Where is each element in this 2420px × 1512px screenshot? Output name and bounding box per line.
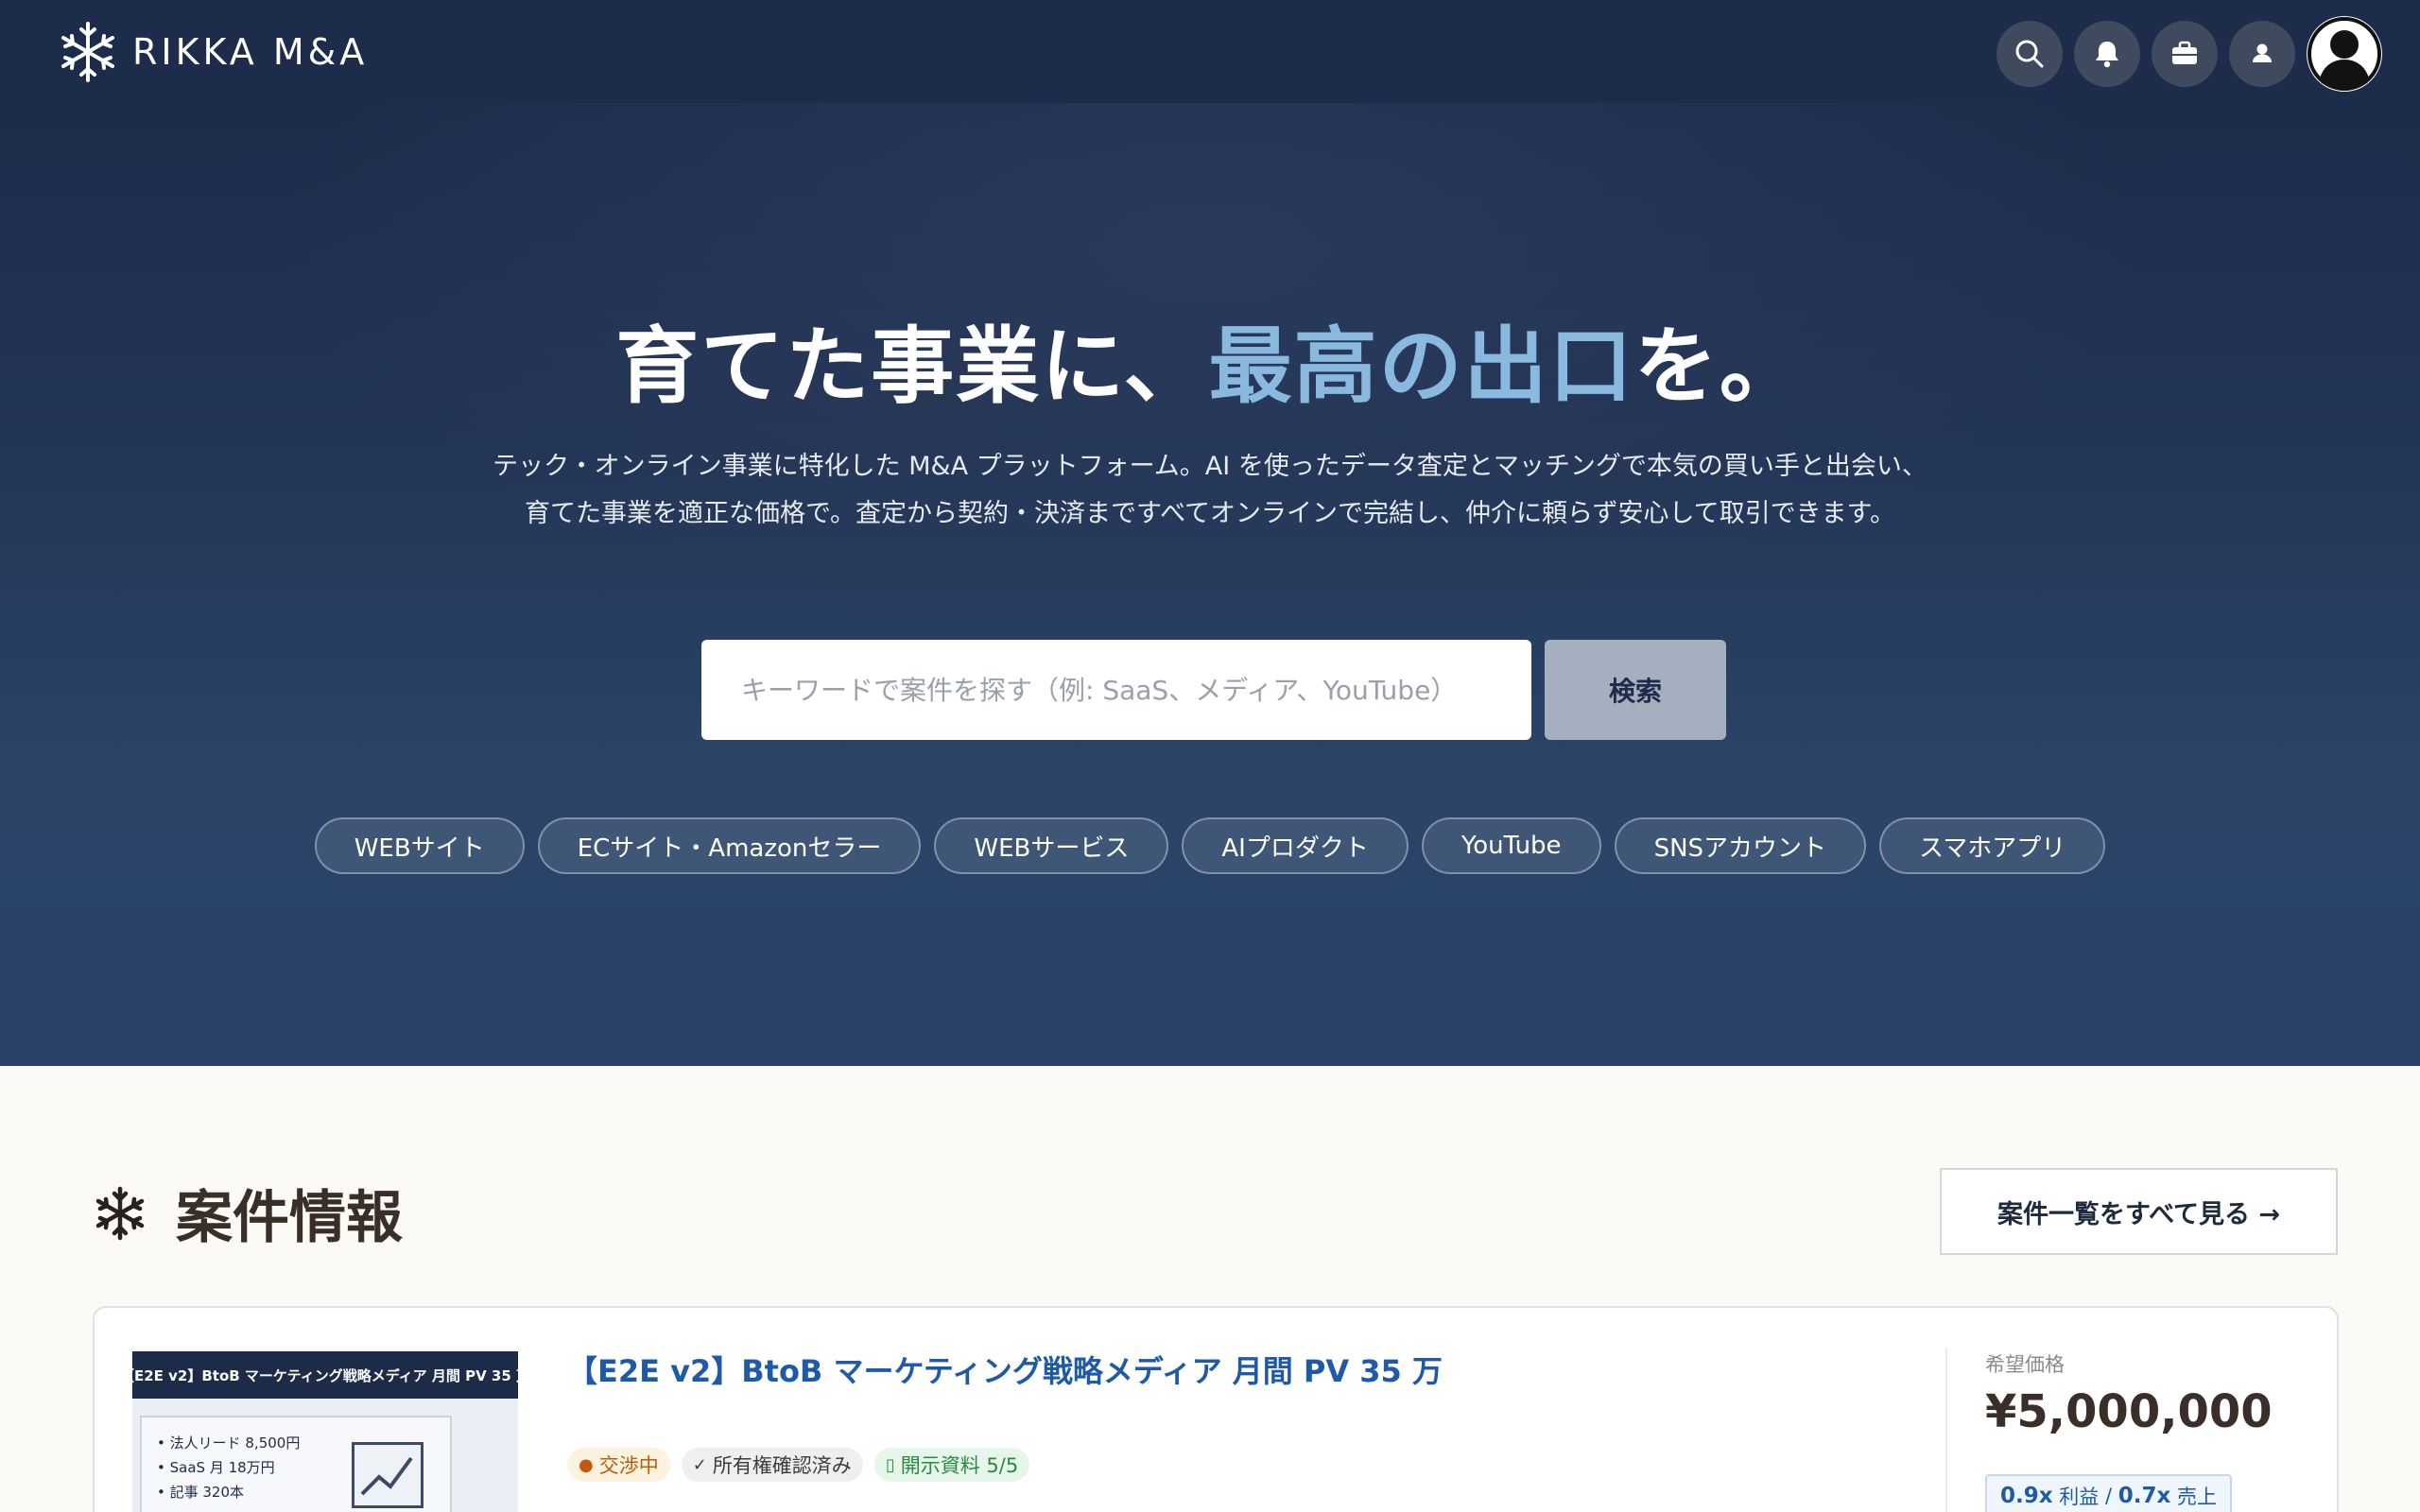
category-chip-smartphone-app[interactable]: スマホアプリ — [1879, 817, 2106, 874]
hero-section: 育てた事業に、最高の出口を。 テック・オンライン事業に特化した M&A プラット… — [0, 103, 2420, 1066]
category-chip-website[interactable]: WEBサイト — [314, 817, 525, 874]
top-navbar: RIKKA M&A — [0, 0, 2420, 103]
snowflake-icon — [95, 1186, 145, 1240]
category-chip-ec[interactable]: ECサイト・Amazonセラー — [537, 817, 922, 874]
status-badge-negotiating: ● 交渉中 — [567, 1448, 670, 1482]
category-chip-web-service[interactable]: WEBサービス — [934, 817, 1169, 874]
hero-title: 育てた事業に、最高の出口を。 — [615, 317, 1805, 415]
category-chips: WEBサイト ECサイト・Amazonセラー WEBサービス AIプロダクト Y… — [0, 817, 2420, 874]
avatar-icon — [2308, 17, 2381, 91]
category-chip-ai-product[interactable]: AIプロダクト — [1182, 817, 1409, 874]
account-button[interactable] — [2229, 21, 2295, 87]
category-chip-youtube[interactable]: YouTube — [1421, 817, 1601, 874]
header-actions — [1985, 16, 2382, 92]
listing-badges: ● 交渉中 ✓ 所有権確認済み ▯ 開示資料 5/5 — [567, 1448, 1041, 1482]
thumbnail-stat: • SaaS 月 18万円 — [157, 1459, 275, 1476]
user-icon — [2253, 43, 2272, 62]
keyword-search-input[interactable] — [701, 640, 1531, 740]
valuation-multiple: 0.9x 利益 / 0.7x 売上 — [1985, 1474, 2233, 1512]
briefcase-icon — [2172, 41, 2197, 64]
portfolio-button[interactable] — [2152, 21, 2218, 87]
section-title: 案件情報 — [176, 1185, 403, 1251]
brand-logo[interactable]: RIKKA M&A — [57, 19, 368, 85]
chart-icon — [352, 1442, 424, 1508]
thumbnail-stat: • 記事 320本 — [157, 1484, 245, 1501]
profit-multiple: 0.9x — [2000, 1484, 2053, 1508]
search-icon — [2015, 40, 2044, 68]
hero-search: 検索 — [701, 640, 1726, 740]
thumbnail-stat: • 法人リード 8,500円 — [157, 1435, 301, 1452]
thumbnail-title: 【E2E v2】BtoB マーケティング戦略メディア 月間 PV 35 万 — [132, 1351, 518, 1399]
asking-price: ¥5,000,000 — [1985, 1385, 2273, 1438]
search-submit-button[interactable]: 検索 — [1545, 640, 1726, 740]
listings-header: 案件情報 — [93, 1172, 403, 1254]
hero-description-line-1: テック・オンライン事業に特化した M&A プラットフォーム。AI を使ったデータ… — [493, 452, 1927, 481]
listing-thumbnail[interactable]: 【E2E v2】BtoB マーケティング戦略メディア 月間 PV 35 万 • … — [132, 1351, 518, 1512]
notifications-button[interactable] — [2074, 21, 2140, 87]
view-all-listings-button[interactable]: 案件一覧をすべて見る → — [1940, 1168, 2338, 1255]
price-label: 希望価格 — [1985, 1353, 2065, 1376]
document-icon: ▯ — [885, 1454, 895, 1475]
brand-name: RIKKA M&A — [132, 31, 369, 73]
card-divider — [1945, 1348, 1947, 1512]
bell-icon — [2096, 42, 2118, 68]
avatar[interactable] — [2307, 16, 2382, 92]
verified-check-icon: ✓ — [692, 1454, 707, 1475]
listing-card[interactable]: 【E2E v2】BtoB マーケティング戦略メディア 月間 PV 35 万 • … — [93, 1306, 2339, 1512]
category-chip-sns[interactable]: SNSアカウント — [1614, 817, 1867, 874]
chat-bubble-icon: ● — [579, 1454, 594, 1475]
status-badge-ownership: ✓ 所有権確認済み — [681, 1448, 863, 1482]
hero-description-line-2: 育てた事業を適正な価格で。査定から契約・決済まですべてオンラインで完結し、仲介に… — [525, 499, 1895, 528]
search-button[interactable] — [1996, 21, 2063, 87]
sales-multiple: 0.7x — [2118, 1484, 2171, 1508]
status-badge-documents: ▯ 開示資料 5/5 — [873, 1448, 1030, 1482]
listing-title[interactable]: 【E2E v2】BtoB マーケティング戦略メディア 月間 PV 35 万 — [567, 1348, 1443, 1391]
hero-description: テック・オンライン事業に特化した M&A プラットフォーム。AI を使ったデータ… — [0, 443, 2420, 538]
hero-title-accent: 最高の出口 — [1208, 317, 1634, 415]
snowflake-logo-icon — [61, 22, 114, 82]
